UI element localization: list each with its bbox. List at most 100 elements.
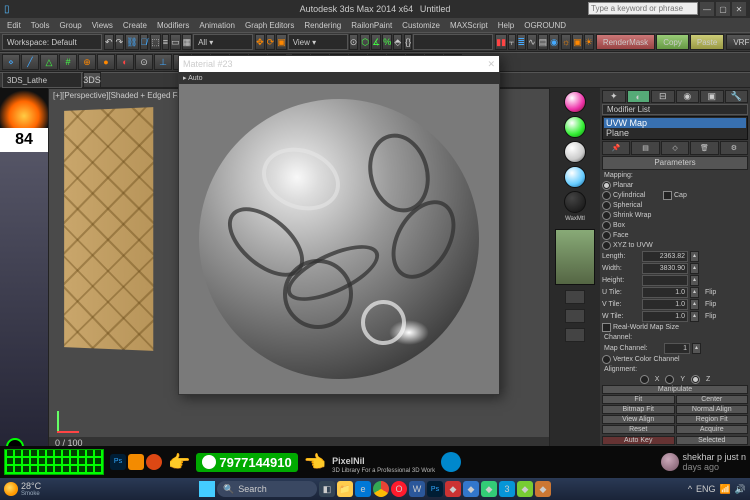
- tab-hierarchy[interactable]: ⊟: [651, 90, 675, 103]
- taskbar-chrome-icon[interactable]: [373, 481, 389, 497]
- mapchannel-input[interactable]: [664, 343, 690, 354]
- named-sets-dropdown[interactable]: [413, 34, 493, 50]
- width-input[interactable]: [642, 263, 688, 274]
- radio-box[interactable]: [602, 221, 611, 230]
- acquire-button[interactable]: Acquire: [676, 425, 749, 434]
- radio-shrinkwrap[interactable]: [602, 211, 611, 220]
- mat-tool-2[interactable]: [565, 309, 585, 323]
- menu-graph-editors[interactable]: Graph Editors: [240, 21, 299, 30]
- stack-pin-button[interactable]: 📌: [602, 141, 630, 155]
- scale-button[interactable]: ▣: [276, 34, 287, 50]
- window-crossing-button[interactable]: ▦: [182, 34, 193, 50]
- height-spinner[interactable]: ▴: [690, 275, 699, 286]
- radio-planar[interactable]: [602, 181, 611, 190]
- material-slot-5[interactable]: [564, 191, 586, 213]
- wtile-spinner[interactable]: ▴: [690, 311, 699, 322]
- stack-unique-button[interactable]: ◇: [661, 141, 689, 155]
- stack-config-button[interactable]: ⚙: [720, 141, 748, 155]
- vray-fb-button[interactable]: VRFB: [726, 34, 750, 50]
- stack-remove-button[interactable]: 🗑: [690, 141, 718, 155]
- menu-group[interactable]: Group: [54, 21, 86, 30]
- modifier-plane[interactable]: Plane: [604, 128, 746, 138]
- menu-rendering[interactable]: Rendering: [299, 21, 346, 30]
- move-button[interactable]: ✥: [255, 34, 265, 50]
- snap-endpoint-icon[interactable]: ●: [97, 54, 115, 70]
- taskbar-explorer-icon[interactable]: 📁: [337, 481, 353, 497]
- material-slot-3[interactable]: [564, 141, 586, 163]
- menu-modifiers[interactable]: Modifiers: [152, 21, 194, 30]
- height-input[interactable]: [642, 275, 688, 286]
- tab-create[interactable]: ✦: [602, 90, 626, 103]
- curve-editor-button[interactable]: ∿: [527, 34, 537, 50]
- menu-railonpaint[interactable]: RailonPaint: [346, 21, 397, 30]
- taskbar-app4-icon[interactable]: ◆: [517, 481, 533, 497]
- modifier-list-dropdown[interactable]: Modifier List: [602, 104, 748, 115]
- help-search-input[interactable]: [588, 2, 698, 15]
- copy-button[interactable]: Copy: [656, 34, 689, 50]
- taskbar-app1-icon[interactable]: ◆: [445, 481, 461, 497]
- utile-spinner[interactable]: ▴: [690, 287, 699, 298]
- mat-tool-1[interactable]: [565, 290, 585, 304]
- radio-xyz[interactable]: [602, 241, 611, 250]
- snap-center-icon[interactable]: ⊙: [135, 54, 153, 70]
- modifier-uvwmap[interactable]: UVW Map: [604, 118, 746, 128]
- minimize-button[interactable]: —: [700, 2, 714, 16]
- taskbar-app5-icon[interactable]: ◆: [535, 481, 551, 497]
- viewport-mesh[interactable]: [64, 107, 153, 351]
- fit-button[interactable]: Fit: [602, 395, 675, 404]
- snap-mid-icon[interactable]: ◐: [116, 54, 134, 70]
- snap-toggle-button[interactable]: ⬡: [360, 34, 370, 50]
- align-y-radio[interactable]: [665, 375, 674, 384]
- taskbar-app2-icon[interactable]: ◆: [463, 481, 479, 497]
- taskbar-edge-icon[interactable]: e: [355, 481, 371, 497]
- weather-widget[interactable]: 28°CSmoke: [4, 481, 41, 497]
- task-view-button[interactable]: ◧: [319, 481, 335, 497]
- center-button[interactable]: Center: [676, 395, 749, 404]
- select-region-button[interactable]: ▭: [170, 34, 181, 50]
- select-name-button[interactable]: ≡: [162, 34, 169, 50]
- radio-face[interactable]: [602, 231, 611, 240]
- material-slot-1[interactable]: [564, 91, 586, 113]
- tray-chevron-icon[interactable]: ^: [688, 484, 692, 494]
- stack-show-button[interactable]: ▤: [631, 141, 659, 155]
- modifier-stack[interactable]: UVW Map Plane: [602, 116, 748, 140]
- snap-vertex-icon[interactable]: ⋄: [2, 54, 20, 70]
- mirror-button[interactable]: ▮▮: [495, 34, 507, 50]
- taskbar-word-icon[interactable]: W: [409, 481, 425, 497]
- bitmapfit-button[interactable]: Bitmap Fit: [602, 405, 675, 414]
- taskbar-3dsmax-icon[interactable]: 3: [499, 481, 515, 497]
- menu-tools[interactable]: Tools: [26, 21, 55, 30]
- parameters-rollout[interactable]: Parameters: [602, 156, 748, 170]
- align-button[interactable]: ⫟: [508, 34, 515, 50]
- maximize-button[interactable]: ▢: [716, 2, 730, 16]
- menu-maxscript[interactable]: MAXScript: [445, 21, 493, 30]
- unlink-button[interactable]: ⛓̸: [140, 34, 149, 50]
- menu-animation[interactable]: Animation: [194, 21, 240, 30]
- regionfit-button[interactable]: Region Fit: [676, 415, 749, 424]
- menu-create[interactable]: Create: [118, 21, 152, 30]
- spinner-snap-button[interactable]: ⬘: [393, 34, 402, 50]
- width-spinner[interactable]: ▴: [690, 263, 699, 274]
- viewalign-button[interactable]: View Align: [602, 415, 675, 424]
- menu-customize[interactable]: Customize: [397, 21, 445, 30]
- layers-button[interactable]: ≣: [517, 34, 527, 50]
- normalalign-button[interactable]: Normal Align: [676, 405, 749, 414]
- manipulate-button[interactable]: Manipulate: [602, 385, 748, 394]
- menu-views[interactable]: Views: [87, 21, 118, 30]
- material-slot-4[interactable]: [564, 166, 586, 188]
- snap-face-icon[interactable]: △: [40, 54, 58, 70]
- material-slot-2[interactable]: [564, 116, 586, 138]
- radio-spherical[interactable]: [602, 201, 611, 210]
- ref-coord-dropdown[interactable]: View ▾: [288, 34, 348, 50]
- align-x-radio[interactable]: [640, 375, 649, 384]
- render-setup-button[interactable]: ☼: [561, 34, 571, 50]
- viewport-label[interactable]: [+][Perspective][Shaded + Edged Faces]: [53, 91, 197, 100]
- utile-input[interactable]: [642, 287, 688, 298]
- align-z-radio[interactable]: [691, 375, 700, 384]
- tab-utilities[interactable]: 🔧: [725, 90, 749, 103]
- tray-lang[interactable]: ENG: [696, 484, 716, 494]
- render-button[interactable]: ☀: [584, 34, 594, 50]
- selection-filter-dropdown[interactable]: All ▾: [193, 34, 253, 50]
- pivot-button[interactable]: ⊙: [349, 34, 359, 50]
- system-tray[interactable]: ^ ENG 📶 🔊: [688, 484, 746, 495]
